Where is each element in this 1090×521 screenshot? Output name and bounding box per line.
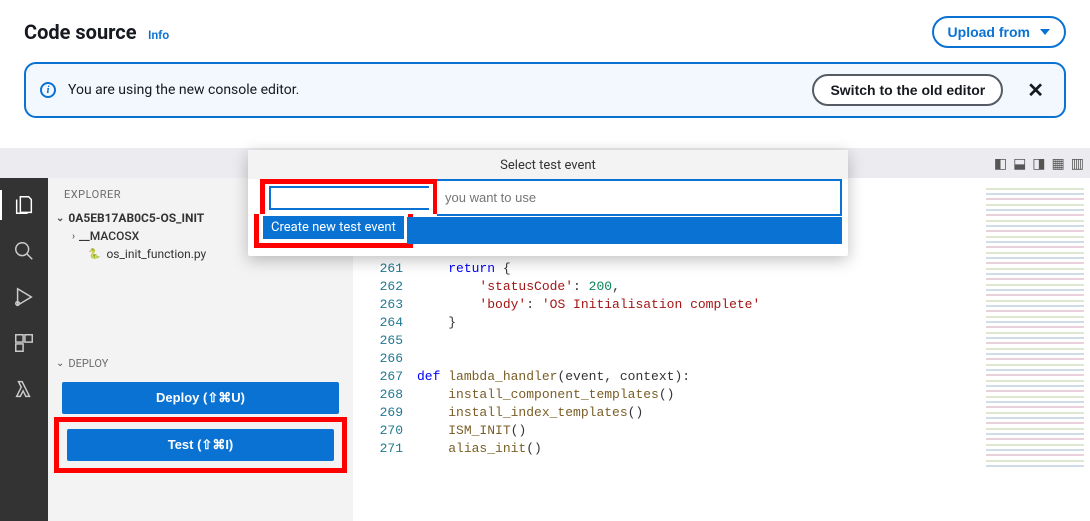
debug-tab-icon[interactable]: [0, 286, 48, 308]
minimap[interactable]: [980, 148, 1090, 521]
chevron-down-icon: ⌄: [56, 213, 64, 224]
switch-editor-button[interactable]: Switch to the old editor: [812, 74, 1003, 106]
layout-custom-icon[interactable]: ▥: [1071, 156, 1084, 172]
upload-from-button[interactable]: Upload from: [932, 16, 1066, 48]
layout-grid-icon[interactable]: ▦: [1052, 156, 1065, 172]
highlight-create-option-2: Create new test event: [254, 214, 413, 248]
header-row: Code source Info Upload from: [24, 16, 1066, 48]
test-event-popup: Select test event Create new test event: [248, 150, 848, 256]
info-link[interactable]: Info: [148, 28, 169, 42]
info-icon: i: [40, 82, 56, 98]
activity-bar: [0, 148, 48, 521]
popup-title: Select test event: [248, 150, 848, 179]
python-file-icon: 🐍: [88, 249, 100, 260]
test-event-search-input[interactable]: [437, 179, 842, 216]
explorer-tab-icon[interactable]: [0, 194, 48, 216]
layout-bottom-icon[interactable]: ⬓: [1013, 156, 1026, 172]
highlight-test-button: Test (⇧⌘I): [54, 417, 347, 473]
layout-right-icon[interactable]: ◨: [1032, 156, 1045, 172]
highlight-create-option: [260, 179, 438, 214]
test-button[interactable]: Test (⇧⌘I): [67, 429, 334, 461]
minimap-canvas: [986, 188, 1084, 468]
search-tab-icon[interactable]: [0, 240, 48, 262]
file-name: os_init_function.py: [106, 247, 206, 261]
deploy-section-label[interactable]: ⌄ DEPLOY: [48, 353, 353, 376]
create-test-event-option-ext[interactable]: [407, 217, 842, 244]
folder-name: __MACOSX: [79, 229, 139, 243]
chevron-right-icon: ›: [72, 231, 75, 242]
close-icon[interactable]: ✕: [1021, 78, 1050, 102]
header-left: Code source Info: [24, 20, 169, 44]
info-banner: i You are using the new console editor. …: [24, 62, 1066, 118]
page-title: Code source: [24, 20, 137, 44]
editor-layout-controls: ◧ ⬓ ◨ ▦ ▥: [994, 156, 1084, 172]
lambda-tab-icon[interactable]: [0, 378, 48, 400]
layout-left-icon[interactable]: ◧: [994, 156, 1007, 172]
caret-down-icon: [1040, 29, 1050, 35]
root-name: 0A5EB17AB0C5-OS_INIT: [68, 211, 204, 225]
deploy-button[interactable]: Deploy (⇧⌘U): [62, 382, 339, 414]
chevron-down-icon: ⌄: [56, 358, 64, 369]
extensions-tab-icon[interactable]: [0, 332, 48, 354]
create-test-event-option[interactable]: Create new test event: [263, 216, 404, 239]
banner-text: You are using the new console editor.: [68, 82, 800, 98]
upload-label: Upload from: [948, 24, 1030, 40]
